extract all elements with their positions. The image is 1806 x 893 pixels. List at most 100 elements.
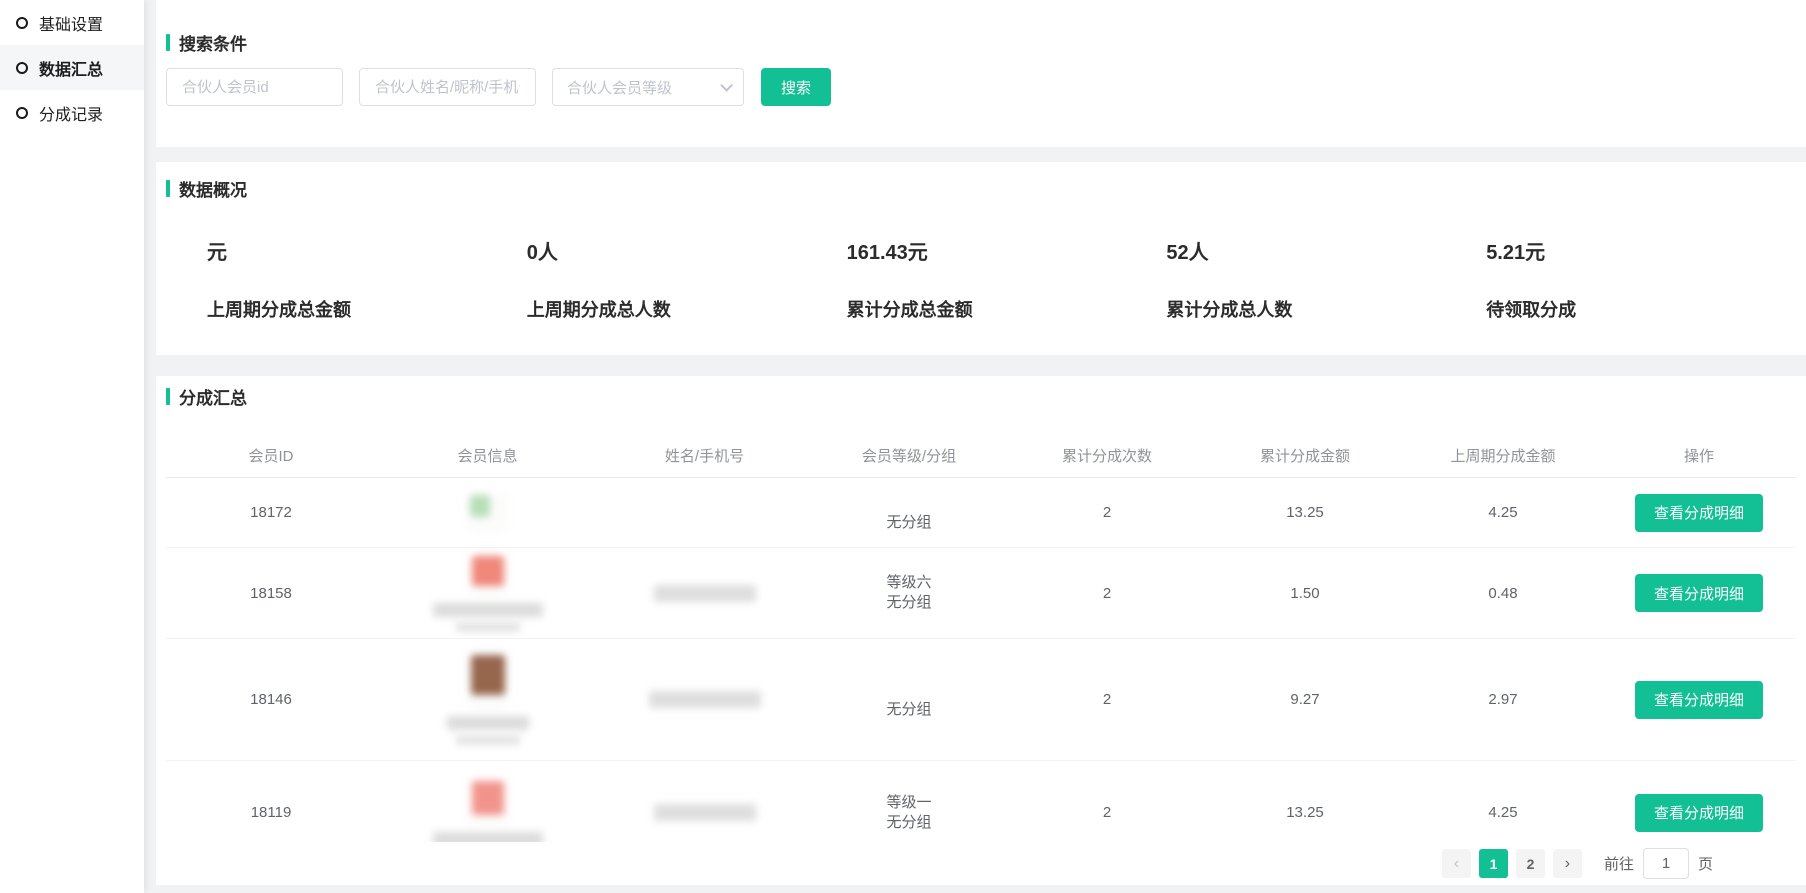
col-header-actions: 操作 xyxy=(1602,445,1796,466)
partner-name-input[interactable] xyxy=(359,68,536,106)
main-content: 搜索条件 合伙人会员等级 搜索 数据概况 元 上周期分成总金额 0人 上周期分成… xyxy=(156,0,1806,885)
blurred-phone xyxy=(649,691,761,708)
member-level: 等级一 xyxy=(886,793,931,813)
blurred-phone xyxy=(654,585,756,602)
stat-last-period-people: 0人 上周期分成总人数 xyxy=(527,239,847,322)
cell-count: 2 xyxy=(1008,804,1206,821)
member-level: 等级六 xyxy=(886,573,931,593)
col-header-member-id: 会员ID xyxy=(166,445,376,466)
search-filters-row: 合伙人会员等级 搜索 xyxy=(166,68,1806,106)
partner-member-id-input[interactable] xyxy=(166,68,343,106)
search-section-title: 搜索条件 xyxy=(166,30,1806,55)
avatar xyxy=(468,655,508,709)
view-detail-button[interactable]: 查看分成明细 xyxy=(1635,794,1763,832)
stat-value: 5.21元 xyxy=(1486,239,1806,267)
member-level xyxy=(904,493,914,513)
stat-label: 累计分成总人数 xyxy=(1166,296,1486,322)
stat-total-people: 52人 累计分成总人数 xyxy=(1166,239,1486,322)
member-group: 无分组 xyxy=(886,813,931,833)
cell-level-group: 无分组 xyxy=(810,680,1008,720)
view-detail-button[interactable]: 查看分成明细 xyxy=(1635,494,1763,532)
col-header-name-phone: 姓名/手机号 xyxy=(599,445,810,466)
overview-section-title: 数据概况 xyxy=(166,176,1806,201)
circle-icon xyxy=(16,107,28,119)
cell-member-id: 18158 xyxy=(166,585,376,602)
col-header-member-info: 会员信息 xyxy=(376,445,599,466)
stat-total-amount: 161.43元 累计分成总金额 xyxy=(847,239,1167,322)
chevron-left-icon: ‹ xyxy=(1454,856,1459,872)
next-page-button[interactable]: › xyxy=(1553,849,1582,878)
goto-prefix-label: 前往 xyxy=(1604,853,1634,874)
view-detail-button[interactable]: 查看分成明细 xyxy=(1635,681,1763,719)
sidebar-item-label: 数据汇总 xyxy=(39,56,103,80)
col-header-total-amount: 累计分成金额 xyxy=(1206,445,1404,466)
cell-member-info xyxy=(376,655,599,745)
blurred-nickname xyxy=(456,735,520,745)
stat-label: 累计分成总金额 xyxy=(847,296,1167,322)
prev-page-button[interactable]: ‹ xyxy=(1442,849,1471,878)
cell-last-period-amount: 2.97 xyxy=(1404,691,1602,708)
pagination-bar: ‹ 1 2 › 前往 页 xyxy=(156,842,1806,885)
cell-name-phone xyxy=(599,804,810,821)
cell-total-amount: 13.25 xyxy=(1206,504,1404,521)
member-level xyxy=(904,680,914,700)
member-group: 无分组 xyxy=(886,700,931,720)
stat-pending-amount: 5.21元 待领取分成 xyxy=(1486,239,1806,322)
partner-level-select[interactable]: 合伙人会员等级 xyxy=(552,68,744,106)
blurred-nickname xyxy=(447,716,529,730)
summary-section-title: 分成汇总 xyxy=(166,384,1806,409)
stat-last-period-amount: 元 上周期分成总金额 xyxy=(207,239,527,322)
sidebar-item-label: 基础设置 xyxy=(39,11,103,35)
member-group: 无分组 xyxy=(886,593,931,613)
goto-page-input[interactable] xyxy=(1643,848,1689,879)
search-button[interactable]: 搜索 xyxy=(761,68,831,106)
section-accent-bar xyxy=(166,388,170,405)
cell-last-period-amount: 0.48 xyxy=(1404,585,1602,602)
avatar xyxy=(468,554,508,596)
stat-value: 161.43元 xyxy=(847,239,1167,267)
stat-value: 0人 xyxy=(527,239,847,267)
circle-icon xyxy=(16,62,28,74)
view-detail-button[interactable]: 查看分成明细 xyxy=(1635,574,1763,612)
blurred-nickname xyxy=(433,603,543,617)
col-header-last-period-amount: 上周期分成金额 xyxy=(1404,445,1602,466)
blurred-nickname xyxy=(456,622,520,632)
section-accent-bar xyxy=(166,34,170,51)
cell-total-amount: 1.50 xyxy=(1206,585,1404,602)
chevron-right-icon: › xyxy=(1565,856,1570,872)
section-accent-bar xyxy=(166,180,170,197)
table-row: 18146 无分组 2 xyxy=(166,638,1796,760)
page-button-2[interactable]: 2 xyxy=(1516,849,1545,878)
cell-member-info xyxy=(376,554,599,632)
cell-member-id: 18119 xyxy=(166,804,376,821)
goto-page: 前往 页 xyxy=(1604,848,1713,879)
cell-member-info xyxy=(376,779,599,846)
sidebar: 基础设置 数据汇总 分成记录 xyxy=(0,0,144,893)
table-row: 18172 无分组 2 13.25 4.25 查看分成明 xyxy=(166,477,1796,547)
table-body: 18172 无分组 2 13.25 4.25 查看分成明 xyxy=(166,477,1806,864)
stat-label: 上周期分成总人数 xyxy=(527,296,847,322)
member-group: 无分组 xyxy=(886,513,931,533)
chevron-down-icon xyxy=(720,79,733,92)
table-row: 18158 等级六 无分组 2 xyxy=(166,547,1796,638)
stat-value: 元 xyxy=(207,239,527,267)
col-header-count: 累计分成次数 xyxy=(1008,445,1206,466)
stat-label: 待领取分成 xyxy=(1486,296,1806,322)
overview-section: 数据概况 元 上周期分成总金额 0人 上周期分成总人数 161.43元 累计分成… xyxy=(156,162,1806,355)
cell-total-amount: 9.27 xyxy=(1206,691,1404,708)
page-button-1[interactable]: 1 xyxy=(1479,849,1508,878)
stat-value: 52人 xyxy=(1166,239,1486,267)
table-header-row: 会员ID 会员信息 姓名/手机号 会员等级/分组 累计分成次数 累计分成金额 上… xyxy=(166,433,1796,477)
cell-last-period-amount: 4.25 xyxy=(1404,504,1602,521)
goto-suffix-label: 页 xyxy=(1698,853,1713,874)
cell-count: 2 xyxy=(1008,585,1206,602)
summary-section: 分成汇总 会员ID 会员信息 姓名/手机号 会员等级/分组 累计分成次数 累计分… xyxy=(156,376,1806,885)
cell-last-period-amount: 4.25 xyxy=(1404,804,1602,821)
cell-name-phone xyxy=(599,585,810,602)
cell-total-amount: 13.25 xyxy=(1206,804,1404,821)
sidebar-item-label: 分成记录 xyxy=(39,101,103,125)
sidebar-item-commission-records[interactable]: 分成记录 xyxy=(0,90,144,135)
sidebar-item-basic-settings[interactable]: 基础设置 xyxy=(0,0,144,45)
sidebar-item-data-summary[interactable]: 数据汇总 xyxy=(0,45,144,90)
cell-level-group: 无分组 xyxy=(810,493,1008,533)
